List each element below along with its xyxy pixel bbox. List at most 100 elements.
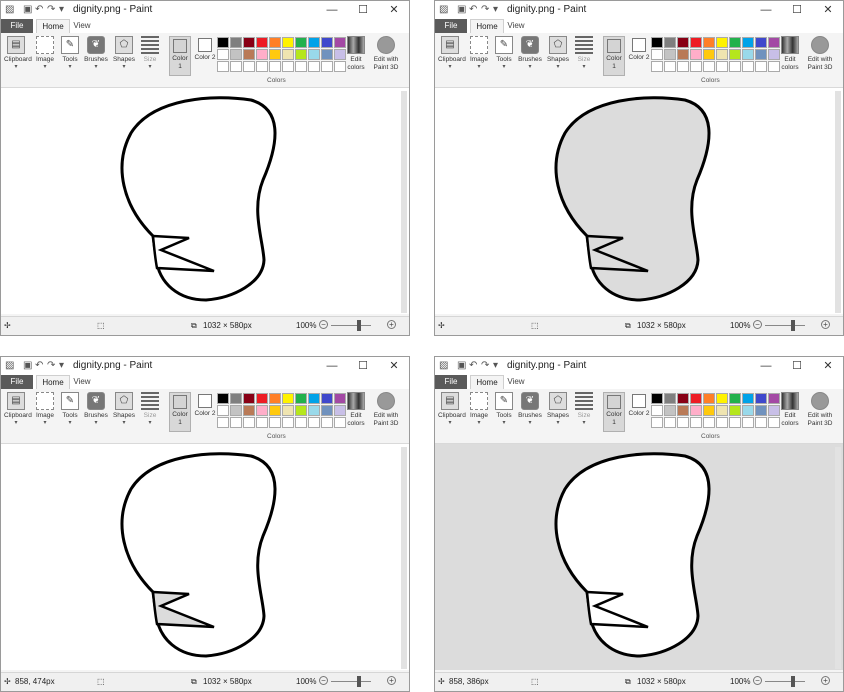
palette-color[interactable] [677, 417, 689, 428]
zoom-slider[interactable] [765, 681, 805, 682]
save-icon[interactable]: ▣ [457, 4, 466, 16]
palette-color[interactable] [716, 393, 728, 404]
zoom-in-icon[interactable]: + [821, 676, 830, 685]
palette-color[interactable] [755, 37, 767, 48]
palette-color[interactable] [308, 37, 320, 48]
palette-color[interactable] [295, 417, 307, 428]
palette-color[interactable] [703, 393, 715, 404]
palette-color[interactable] [282, 37, 294, 48]
tools-button[interactable]: ✎ Tools ▾ [58, 35, 82, 81]
palette-color[interactable] [716, 61, 728, 72]
customize-qa-icon[interactable]: ▾ [493, 360, 498, 372]
palette-color[interactable] [690, 49, 702, 60]
palette-color[interactable] [217, 61, 229, 72]
size-button[interactable]: Size ▾ [572, 391, 596, 437]
edit-colors-button[interactable]: Edit colors [345, 391, 367, 437]
palette-color[interactable] [677, 49, 689, 60]
undo-icon[interactable]: ↶ [35, 4, 43, 16]
zoom-out-icon[interactable]: − [319, 676, 328, 685]
vertical-scrollbar[interactable] [401, 447, 407, 669]
palette-color[interactable] [729, 405, 741, 416]
palette-color[interactable] [308, 61, 320, 72]
color2-button[interactable]: Color 2 [194, 392, 216, 432]
palette-color[interactable] [269, 37, 281, 48]
clipboard-button[interactable]: ▤ Clipboard ▾ [4, 35, 32, 81]
palette-color[interactable] [677, 393, 689, 404]
tab-view[interactable]: View [73, 375, 91, 389]
palette-color[interactable] [230, 405, 242, 416]
size-button[interactable]: Size ▾ [138, 391, 162, 437]
palette-color[interactable] [282, 49, 294, 60]
zoom-slider[interactable] [331, 681, 371, 682]
zoom-in-icon[interactable]: + [387, 676, 396, 685]
palette-color[interactable] [308, 393, 320, 404]
palette-color[interactable] [742, 61, 754, 72]
minimize-icon[interactable]: — [751, 358, 781, 374]
palette-color[interactable] [308, 417, 320, 428]
palette-color[interactable] [269, 49, 281, 60]
maximize-icon[interactable]: ☐ [348, 2, 378, 18]
clipboard-button[interactable]: ▤ Clipboard ▾ [4, 391, 32, 437]
tab-home[interactable]: Home [470, 375, 504, 389]
palette-color[interactable] [230, 61, 242, 72]
palette-color[interactable] [742, 37, 754, 48]
palette-color[interactable] [755, 405, 767, 416]
palette-color[interactable] [243, 37, 255, 48]
vertical-scrollbar[interactable] [835, 91, 841, 313]
palette-color[interactable] [651, 417, 663, 428]
palette-color[interactable] [269, 61, 281, 72]
customize-qa-icon[interactable]: ▾ [59, 360, 64, 372]
shapes-button[interactable]: ⬠ Shapes ▾ [112, 35, 136, 81]
color1-button[interactable]: Color 1 [603, 36, 625, 76]
tab-file[interactable]: File [435, 19, 467, 33]
size-button[interactable]: Size ▾ [572, 35, 596, 81]
tab-file[interactable]: File [435, 375, 467, 389]
zoom-slider-thumb[interactable] [791, 676, 795, 687]
palette-color[interactable] [677, 37, 689, 48]
shapes-button[interactable]: ⬠ Shapes ▾ [112, 391, 136, 437]
palette-color[interactable] [269, 405, 281, 416]
palette-color[interactable] [651, 49, 663, 60]
palette-color[interactable] [677, 405, 689, 416]
palette-color[interactable] [282, 417, 294, 428]
palette-color[interactable] [664, 417, 676, 428]
palette-color[interactable] [664, 61, 676, 72]
palette-color[interactable] [742, 393, 754, 404]
color2-button[interactable]: Color 2 [628, 392, 650, 432]
palette-color[interactable] [716, 37, 728, 48]
palette-color[interactable] [664, 405, 676, 416]
paint3d-button[interactable]: Edit with Paint 3D [371, 391, 401, 437]
palette-color[interactable] [729, 49, 741, 60]
tools-button[interactable]: ✎ Tools ▾ [58, 391, 82, 437]
palette-color[interactable] [243, 393, 255, 404]
palette-color[interactable] [256, 405, 268, 416]
redo-icon[interactable]: ↷ [47, 4, 55, 16]
palette-color[interactable] [755, 61, 767, 72]
image-button[interactable]: Image ▾ [33, 35, 57, 81]
palette-color[interactable] [308, 49, 320, 60]
tab-file[interactable]: File [1, 375, 33, 389]
palette-color[interactable] [690, 393, 702, 404]
minimize-icon[interactable]: — [751, 2, 781, 18]
save-icon[interactable]: ▣ [23, 360, 32, 372]
palette-color[interactable] [256, 37, 268, 48]
palette-color[interactable] [217, 49, 229, 60]
tab-view[interactable]: View [507, 19, 525, 33]
color2-button[interactable]: Color 2 [194, 36, 216, 76]
palette-color[interactable] [295, 37, 307, 48]
palette-color[interactable] [690, 405, 702, 416]
canvas[interactable] [435, 444, 843, 670]
palette-color[interactable] [321, 405, 333, 416]
close-icon[interactable]: ✕ [813, 358, 843, 374]
zoom-in-icon[interactable]: + [387, 320, 396, 329]
undo-icon[interactable]: ↶ [35, 360, 43, 372]
palette-color[interactable] [230, 417, 242, 428]
palette-color[interactable] [651, 393, 663, 404]
palette-color[interactable] [256, 417, 268, 428]
palette-color[interactable] [321, 49, 333, 60]
palette-color[interactable] [321, 37, 333, 48]
shapes-button[interactable]: ⬠ Shapes ▾ [546, 391, 570, 437]
tab-home[interactable]: Home [36, 19, 70, 33]
palette-color[interactable] [729, 417, 741, 428]
undo-icon[interactable]: ↶ [469, 360, 477, 372]
